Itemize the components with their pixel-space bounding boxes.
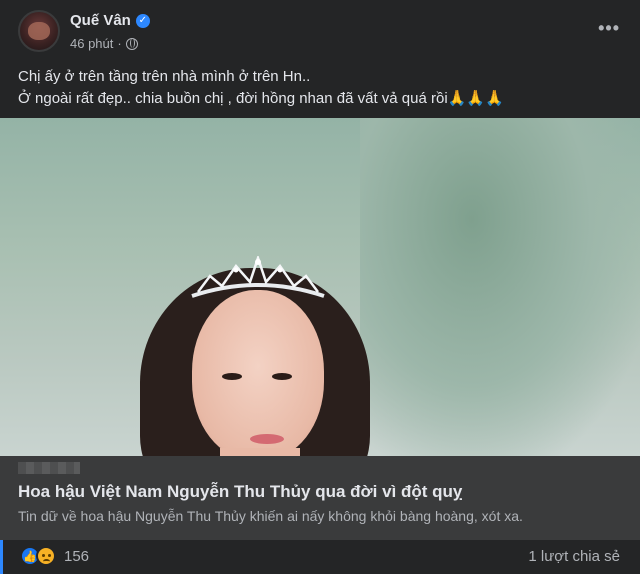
post-text: Chị ấy ở trên tầng trên nhà mình ở trên …: [18, 66, 618, 110]
verified-badge-icon: ✓: [135, 13, 150, 28]
post-text-line-1: Chị ấy ở trên tầng trên nhà mình ở trên …: [18, 68, 311, 85]
image-eye-right: [272, 373, 292, 380]
author-avatar[interactable]: [18, 10, 60, 52]
image-lips: [250, 434, 284, 444]
sad-reaction-icon: [36, 546, 56, 566]
author-name[interactable]: Quế Vân: [70, 12, 131, 29]
tiara-icon: [188, 254, 328, 302]
post-footer: 👍 156 1 lượt chia sẻ: [0, 540, 640, 574]
image-background: [360, 118, 640, 456]
post-header: Quế Vân ✓ 46 phút · •••: [18, 10, 628, 58]
share-count[interactable]: 1 lượt chia sẻ: [528, 548, 620, 565]
post-meta: 46 phút ·: [70, 36, 138, 51]
image-eye-left: [222, 373, 242, 380]
footer-accent-bar: [0, 540, 3, 574]
facebook-post: Quế Vân ✓ 46 phút · ••• Chị ấy ở trên tầ…: [0, 0, 640, 574]
link-preview-image[interactable]: i: [0, 118, 640, 456]
link-preview-box[interactable]: Hoa hậu Việt Nam Nguyễn Thu Thủy qua đời…: [0, 456, 640, 540]
reaction-count[interactable]: 156: [64, 548, 89, 565]
reactions-summary[interactable]: 👍 156: [20, 546, 89, 566]
link-title[interactable]: Hoa hậu Việt Nam Nguyễn Thu Thủy qua đời…: [18, 482, 618, 502]
author-row: Quế Vân ✓: [70, 12, 150, 29]
image-neck: [220, 448, 300, 456]
post-time[interactable]: 46 phút: [70, 36, 113, 51]
more-options-icon[interactable]: •••: [598, 18, 620, 39]
blurred-domain: [18, 462, 80, 474]
link-description: Tin dữ về hoa hậu Nguyễn Thu Thủy khiến …: [18, 508, 523, 524]
globe-icon[interactable]: [125, 37, 138, 50]
post-text-line-2: Ở ngoài rất đẹp.. chia buồn chị , đời hồ…: [18, 90, 504, 107]
meta-separator: ·: [117, 36, 122, 51]
image-face: [192, 290, 324, 456]
